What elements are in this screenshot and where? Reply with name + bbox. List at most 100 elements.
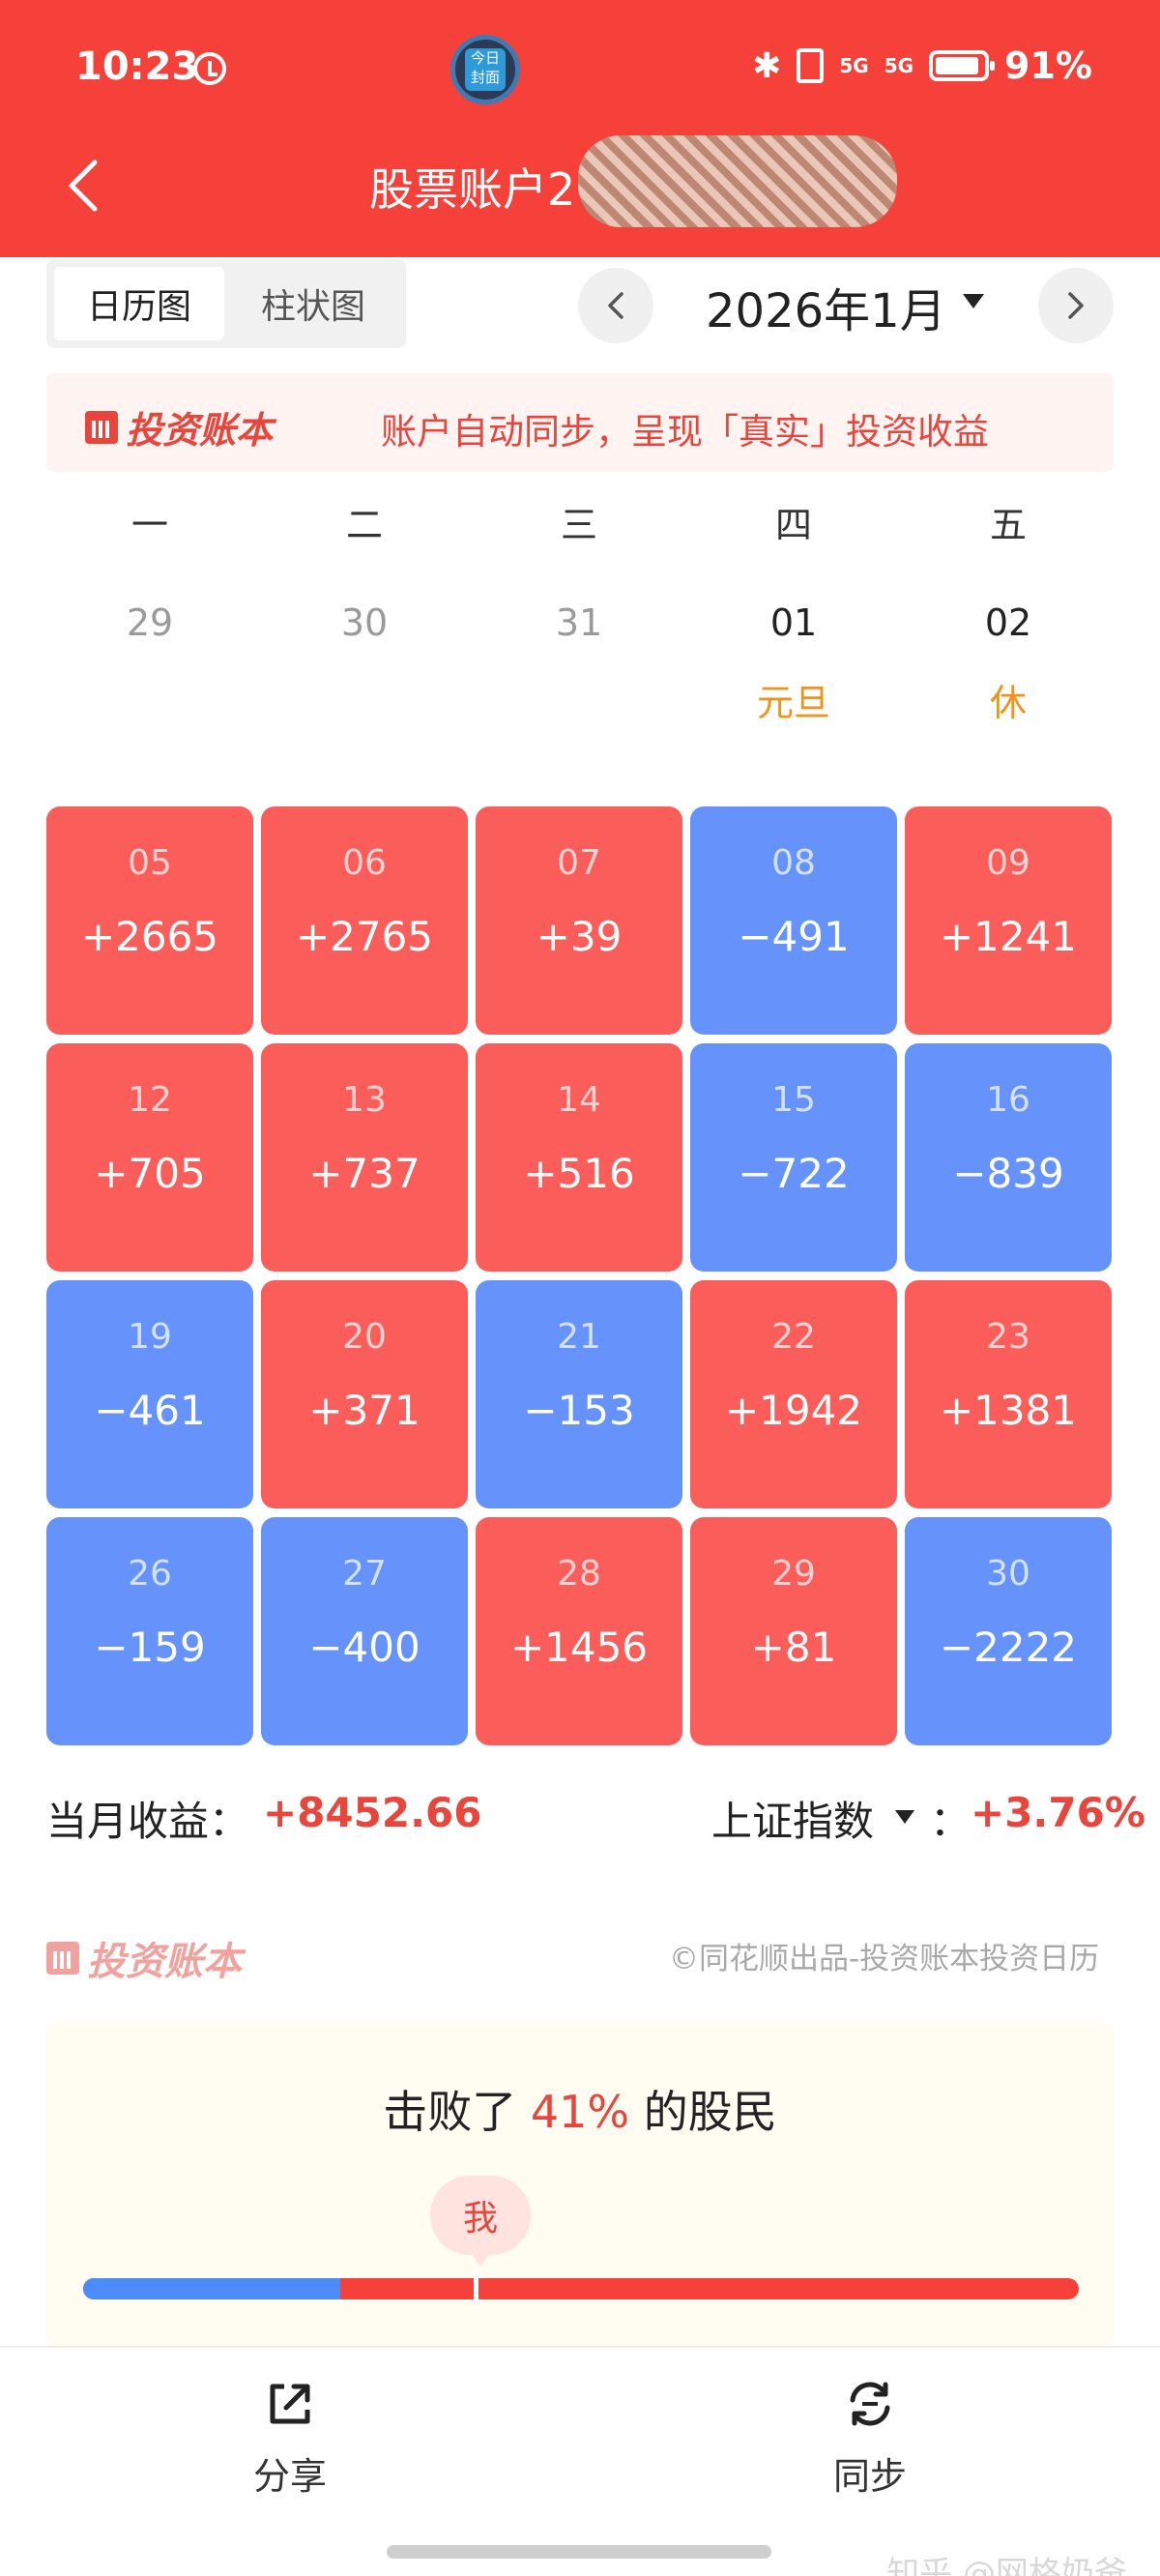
status-time: 10:23 (75, 44, 199, 89)
redaction-overlay (578, 135, 897, 227)
calendar-day-cell[interactable]: 27 −400 (261, 1517, 468, 1745)
month-profit-value: +8452.66 (263, 1789, 482, 1836)
footer-logo-text: 投资账本 (87, 1940, 242, 1984)
index-selector[interactable]: 上证指数 (711, 1789, 874, 1848)
calendar-day-cell[interactable]: 12 +705 (46, 1043, 253, 1272)
calendar-day: 01 (769, 601, 818, 644)
calendar-day-cell[interactable]: 13 +737 (261, 1043, 468, 1272)
cell-date: 16 (986, 1080, 1030, 1120)
index-caret-down-icon[interactable] (895, 1810, 914, 1824)
cell-profit: −491 (738, 913, 850, 960)
battery-percent: 91% (1004, 44, 1092, 87)
cell-profit: +737 (308, 1150, 420, 1197)
month-selector[interactable]: 2026年1月 (706, 273, 946, 340)
bottom-action-bar: 分享 同步 (0, 2346, 1160, 2576)
calendar-day-cell[interactable]: 22 +1942 (690, 1280, 897, 1508)
cell-date: 20 (342, 1317, 387, 1357)
cell-date: 26 (128, 1554, 172, 1594)
next-month-button[interactable] (1038, 268, 1114, 343)
ranking-percent: 41% (530, 2086, 630, 2138)
share-icon (270, 2384, 310, 2424)
tab-calendar-view[interactable]: 日历图 (54, 267, 224, 340)
cell-date: 09 (986, 843, 1030, 883)
bluetooth-icon: ✱ (752, 45, 782, 86)
tab-bar-chart-view[interactable]: 柱状图 (228, 267, 398, 340)
cell-profit: −839 (952, 1150, 1064, 1197)
ranking-card: 击败了 41% 的股民 我 (46, 2021, 1114, 2350)
calendar-day-cell[interactable]: 09 +1241 (905, 806, 1112, 1035)
cell-profit: +516 (523, 1150, 635, 1197)
ledger-logo-icon (85, 410, 118, 444)
cell-profit: −2222 (939, 1624, 1078, 1671)
cell-date: 28 (557, 1554, 601, 1594)
cell-profit: −153 (523, 1387, 635, 1434)
calendar-day-cell[interactable]: 14 +516 (476, 1043, 682, 1272)
cell-profit: −400 (308, 1624, 420, 1671)
battery-icon (929, 50, 996, 81)
calendar-day-cell[interactable]: 05 +2665 (46, 806, 253, 1035)
signal-1-icon: 5G (839, 54, 869, 77)
calendar-day-cell[interactable]: 26 −159 (46, 1517, 253, 1745)
cell-profit: −722 (738, 1150, 850, 1197)
banner-logo-text: 投资账本 (126, 409, 274, 452)
weekday-wed: 三 (560, 504, 597, 546)
cell-date: 30 (986, 1554, 1030, 1594)
cell-date: 22 (771, 1317, 816, 1357)
ranking-position-marker (474, 2270, 478, 2309)
weekday-mon: 一 (130, 504, 168, 546)
credit-text: ©同花顺出品-投资账本投资日历 (669, 1942, 1100, 1976)
rest-day-label: 休 (989, 682, 1027, 724)
cell-profit: +1241 (939, 913, 1078, 960)
calendar-day: 29 (126, 601, 174, 644)
alarm-icon (193, 52, 226, 85)
back-arrow-icon[interactable] (62, 157, 104, 215)
calendar-day-cell[interactable]: 29 +81 (690, 1517, 897, 1745)
calendar-day-cell[interactable]: 19 −461 (46, 1280, 253, 1508)
previous-month-button[interactable] (578, 268, 653, 343)
cell-date: 12 (128, 1080, 172, 1120)
weekday-fri: 五 (989, 504, 1027, 546)
ranking-prefix: 击败了 (383, 2086, 531, 2138)
cell-profit: +39 (536, 913, 623, 960)
weekday-tue: 二 (345, 504, 383, 546)
calendar-day-cell[interactable]: 15 −722 (690, 1043, 897, 1272)
cell-date: 08 (771, 843, 816, 883)
chevron-left-icon (608, 292, 624, 319)
banner-text: 账户自动同步，呈现「真实」投资收益 (381, 411, 989, 453)
calendar-day-cell[interactable]: 21 −153 (476, 1280, 682, 1508)
calendar-day-cell[interactable]: 23 +1381 (905, 1280, 1112, 1508)
cell-profit: +371 (308, 1387, 420, 1434)
news-app-badge-icon: 今日封面 (450, 35, 520, 104)
share-button[interactable]: 分享 (193, 2377, 387, 2500)
header-bar: 10:23 今日封面 ✱ 5G 5G 91% 股票账户2 (0, 0, 1160, 257)
watermark-text: 知乎 @网格奶爸 (886, 2555, 1127, 2576)
calendar-day-cell[interactable]: 06 +2765 (261, 806, 468, 1035)
calendar-day-cell[interactable]: 16 −839 (905, 1043, 1112, 1272)
cell-date: 14 (557, 1080, 601, 1120)
calendar-day-cell[interactable]: 30 −2222 (905, 1517, 1112, 1745)
sync-button[interactable]: 同步 (773, 2377, 967, 2500)
cell-profit: −461 (94, 1387, 206, 1434)
ranking-suffix: 的股民 (629, 2086, 777, 2138)
caret-down-icon[interactable] (963, 294, 984, 308)
view-toggle: 日历图 柱状图 (46, 259, 406, 348)
calendar-day-cell[interactable]: 08 −491 (690, 806, 897, 1035)
status-indicators: ✱ 5G 5G 91% (752, 44, 1092, 87)
cell-date: 06 (342, 843, 387, 883)
calendar-day-cell[interactable]: 28 +1456 (476, 1517, 682, 1745)
page-title: 股票账户2 (369, 163, 576, 216)
chevron-right-icon (1068, 292, 1084, 319)
promo-banner[interactable]: 投资账本 账户自动同步，呈现「真实」投资收益 (46, 373, 1114, 472)
cell-date: 05 (128, 843, 172, 883)
me-marker-bubble: 我 (430, 2176, 531, 2267)
sync-icon (850, 2382, 890, 2426)
signal-2-icon: 5G (884, 54, 914, 77)
banner-logo: 投资账本 (85, 400, 273, 454)
cell-date: 13 (342, 1080, 387, 1120)
sync-label: 同步 (832, 2455, 907, 2498)
index-colon: ： (930, 1798, 972, 1845)
ranking-bar (83, 2278, 1079, 2299)
home-indicator[interactable] (387, 2545, 771, 2559)
calendar-day-cell[interactable]: 07 +39 (476, 806, 682, 1035)
calendar-day-cell[interactable]: 20 +371 (261, 1280, 468, 1508)
